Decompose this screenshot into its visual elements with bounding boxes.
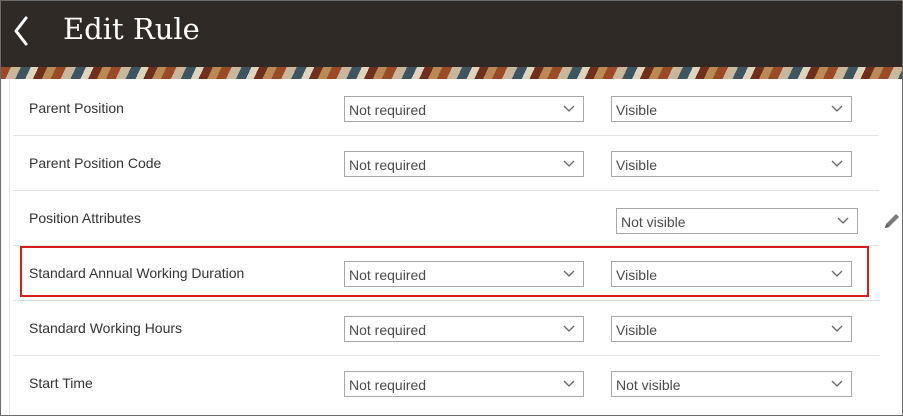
required-select-value: Not required	[349, 377, 427, 393]
chevron-down-icon	[831, 270, 843, 277]
visibility-select-value: Visible	[616, 267, 657, 283]
rule-row-standard-working-hours: Standard Working Hours Not required Visi…	[13, 301, 879, 356]
visibility-select[interactable]: Visible	[611, 261, 852, 287]
chevron-down-icon	[563, 160, 575, 167]
pencil-icon	[885, 214, 899, 228]
visibility-select[interactable]: Visible	[611, 96, 852, 122]
required-select-value: Not required	[349, 157, 427, 173]
chevron-down-icon	[563, 325, 575, 332]
chevron-down-icon	[563, 380, 575, 387]
visibility-select[interactable]: Not visible	[611, 371, 852, 397]
visibility-select[interactable]: Not visible	[616, 208, 858, 234]
field-label: Parent Position Code	[29, 155, 162, 171]
rule-row-parent-position: Parent Position Not required Visible	[13, 81, 879, 136]
field-label: Parent Position	[29, 100, 124, 116]
field-label: Standard Annual Working Duration	[29, 265, 245, 281]
edit-attributes-button[interactable]	[882, 211, 902, 231]
field-label: Position Attributes	[29, 210, 142, 226]
visibility-select-value: Visible	[616, 102, 657, 118]
chevron-down-icon	[831, 380, 843, 387]
rules-list: Parent Position Not required Visible Par…	[1, 79, 902, 415]
left-border	[9, 79, 10, 415]
edit-rule-window: Edit Rule Parent Position Not required V…	[0, 0, 903, 416]
chevron-down-icon	[831, 105, 843, 112]
required-select[interactable]: Not required	[344, 316, 584, 342]
rule-row-parent-position-code: Parent Position Code Not required Visibl…	[13, 136, 879, 191]
required-select[interactable]: Not required	[344, 371, 584, 397]
rule-row-start-time: Start Time Not required Not visible	[13, 356, 879, 411]
required-select[interactable]: Not required	[344, 261, 584, 287]
visibility-select-value: Not visible	[616, 377, 681, 393]
chevron-down-icon	[837, 217, 849, 224]
rule-row-position-attributes: Position Attributes Not visible	[13, 191, 899, 246]
required-select-value: Not required	[349, 267, 427, 283]
required-select-value: Not required	[349, 102, 427, 118]
page-title: Edit Rule	[63, 12, 200, 46]
back-button[interactable]	[1, 1, 41, 61]
chevron-left-icon	[14, 16, 28, 46]
visibility-select[interactable]: Visible	[611, 151, 852, 177]
chevron-down-icon	[831, 325, 843, 332]
chevron-down-icon	[563, 270, 575, 277]
page-header: Edit Rule	[1, 1, 902, 67]
visibility-select-value: Visible	[616, 322, 657, 338]
required-select-value: Not required	[349, 322, 427, 338]
rule-row-standard-annual-working-duration: Standard Annual Working Duration Not req…	[13, 246, 879, 301]
chevron-down-icon	[831, 160, 843, 167]
field-label: Standard Working Hours	[29, 320, 183, 336]
required-select[interactable]: Not required	[344, 151, 584, 177]
required-select[interactable]: Not required	[344, 96, 584, 122]
field-label: Start Time	[29, 375, 93, 391]
visibility-select[interactable]: Visible	[611, 316, 852, 342]
decorative-banner	[1, 67, 902, 79]
visibility-select-value: Visible	[616, 157, 657, 173]
chevron-down-icon	[563, 105, 575, 112]
visibility-select-value: Not visible	[621, 214, 686, 230]
